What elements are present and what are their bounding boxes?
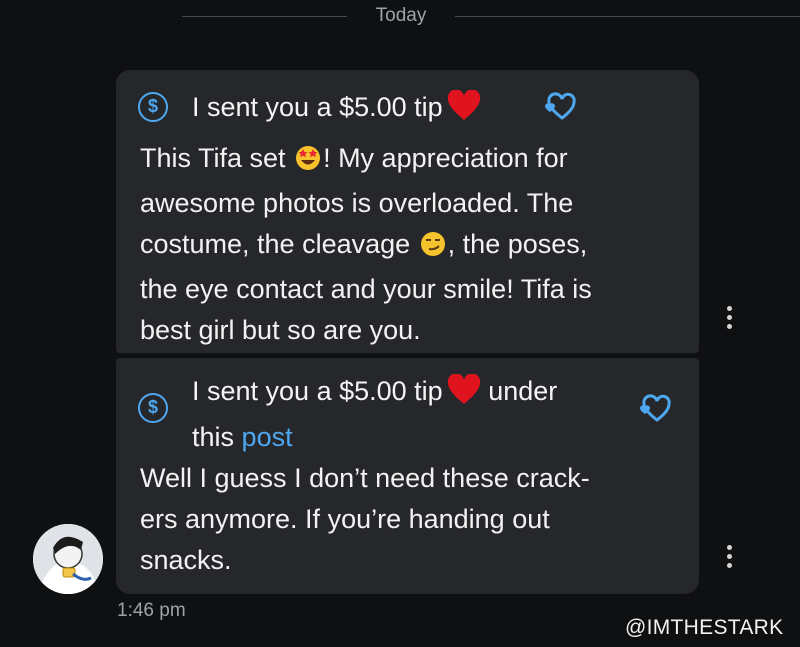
red-heart-emoji-icon (447, 89, 481, 133)
message-line: ers anymore. If you’re handing out (140, 504, 550, 534)
tip-heading-suffix: under (488, 376, 558, 406)
dollar-circle-icon: $ (138, 92, 168, 122)
message-line: best girl but so are you. (140, 315, 421, 345)
date-label: Today (375, 5, 427, 26)
dollar-circle-icon: $ (138, 393, 168, 423)
message-line: snacks. (140, 545, 232, 575)
tip-heading: I sent you a $5.00 tip under this post (192, 371, 632, 457)
message-body: Well I guess I don’t need these crack- e… (140, 458, 680, 581)
tip-heading: I sent you a $5.00 tip (192, 87, 481, 133)
heart-outline-icon[interactable] (543, 92, 577, 129)
watermark: @IMTHESTARK (625, 616, 784, 639)
tip-message-bubble[interactable]: $ I sent you a $5.00 tip under this post… (116, 358, 732, 594)
tip-heading-text: I sent you a $5.00 tip (192, 92, 443, 122)
red-heart-emoji-icon (447, 373, 481, 417)
message-line: Well I guess I don’t need these crack- (140, 463, 590, 493)
more-vertical-icon[interactable] (724, 306, 734, 334)
message-timestamp: 1:46 pm (117, 600, 186, 621)
post-link[interactable]: post (242, 422, 293, 452)
message-body: This Tifa set ! My appreciation for awes… (140, 138, 680, 351)
separator-line-left (182, 16, 347, 17)
message-line: awesome photos is overloaded. The (140, 188, 574, 218)
tip-heading-prefix: this (192, 422, 235, 452)
more-vertical-icon[interactable] (724, 545, 734, 573)
smirking-face-emoji-icon (418, 228, 448, 269)
star-struck-emoji-icon (293, 142, 323, 183)
message-line: the eye contact and your smile! Tifa is (140, 274, 592, 304)
message-line: costume, the cleavage , the poses, (140, 224, 680, 269)
tip-heading-text: I sent you a $5.00 tip (192, 376, 443, 406)
message-line: This Tifa set ! My appreciation for (140, 138, 680, 183)
avatar[interactable] (33, 524, 103, 594)
tip-message-bubble[interactable]: $ I sent you a $5.00 tip This Tifa set !… (116, 70, 732, 353)
heart-outline-icon[interactable] (638, 394, 672, 431)
date-separator: Today (0, 0, 800, 34)
separator-line-right (455, 16, 800, 17)
